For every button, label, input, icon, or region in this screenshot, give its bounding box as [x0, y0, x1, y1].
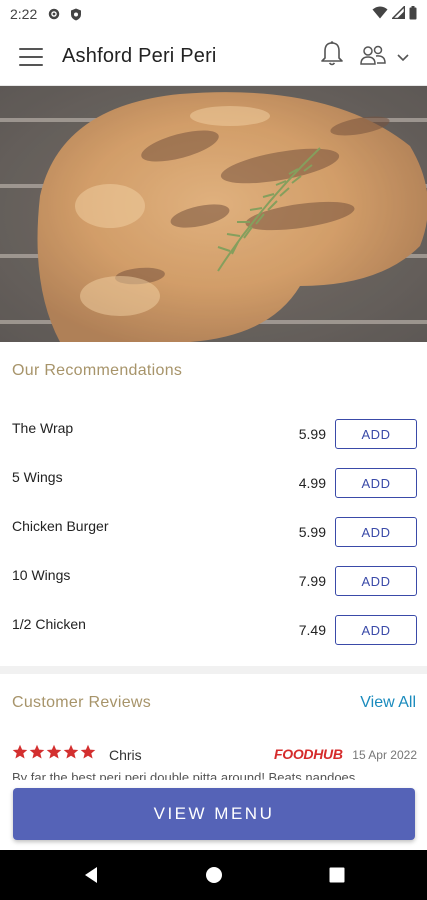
hero-image: [0, 86, 427, 342]
reviews-title: Customer Reviews: [12, 694, 152, 711]
item-name: 10 Wings: [12, 567, 71, 583]
item-price: 5.99: [298, 524, 326, 540]
list-item: The Wrap 5.99 ADD: [0, 410, 427, 459]
home-icon[interactable]: [203, 864, 225, 886]
review-date: 15 Apr 2022: [352, 748, 417, 762]
recents-icon[interactable]: [326, 864, 348, 886]
list-item: 5 Wings 4.99 ADD: [0, 459, 427, 508]
add-button[interactable]: ADD: [335, 468, 417, 498]
menu-icon[interactable]: [19, 47, 43, 66]
item-price: 7.49: [298, 622, 326, 638]
star-icon: [46, 744, 62, 759]
app-bar: Ashford Peri Peri: [0, 28, 427, 86]
add-button[interactable]: ADD: [335, 615, 417, 645]
status-bar: 2:22: [0, 0, 427, 28]
list-item: Chicken Burger 5.99 ADD: [0, 508, 427, 557]
recommendations-list: The Wrap 5.99 ADD 5 Wings 4.99 ADD Chick…: [0, 410, 427, 655]
back-icon[interactable]: [80, 864, 102, 886]
recommendations-title: Our Recommendations: [12, 362, 183, 379]
review-item: Chris FOODHUB 15 Apr 2022 By far the bes…: [12, 744, 417, 785]
battery-icon: [409, 5, 417, 23]
item-name: The Wrap: [12, 420, 74, 436]
review-source-logo: FOODHUB: [274, 746, 343, 762]
section-divider: [0, 666, 427, 674]
star-icon: [12, 744, 28, 759]
view-all-link[interactable]: View All: [360, 694, 416, 712]
add-button[interactable]: ADD: [335, 419, 417, 449]
item-price: 7.99: [298, 573, 326, 589]
add-button[interactable]: ADD: [335, 566, 417, 596]
bell-icon[interactable]: [319, 40, 345, 68]
item-price: 4.99: [298, 475, 326, 491]
item-name: 1/2 Chicken: [12, 616, 86, 632]
system-nav-bar: [0, 850, 427, 900]
chevron-down-icon[interactable]: [396, 50, 410, 62]
item-name: 5 Wings: [12, 469, 63, 485]
list-item: 1/2 Chicken 7.49 ADD: [0, 606, 427, 655]
signal-icon: [390, 4, 406, 22]
app-title: Ashford Peri Peri: [62, 45, 217, 67]
reviewer-name: Chris: [109, 747, 142, 763]
settings-icon: [47, 7, 61, 21]
list-item: 10 Wings 7.99 ADD: [0, 557, 427, 606]
wifi-icon: [372, 6, 388, 22]
star-rating: [12, 744, 96, 760]
view-menu-button[interactable]: VIEW MENU: [13, 788, 415, 840]
shield-icon: [69, 7, 83, 21]
cta-container: VIEW MENU: [0, 780, 427, 850]
star-icon: [29, 744, 45, 759]
status-time: 2:22: [10, 6, 38, 22]
add-button[interactable]: ADD: [335, 517, 417, 547]
users-icon[interactable]: [359, 44, 387, 66]
star-icon: [80, 744, 96, 759]
star-icon: [63, 744, 79, 759]
item-name: Chicken Burger: [12, 518, 109, 534]
item-price: 5.99: [298, 426, 326, 442]
